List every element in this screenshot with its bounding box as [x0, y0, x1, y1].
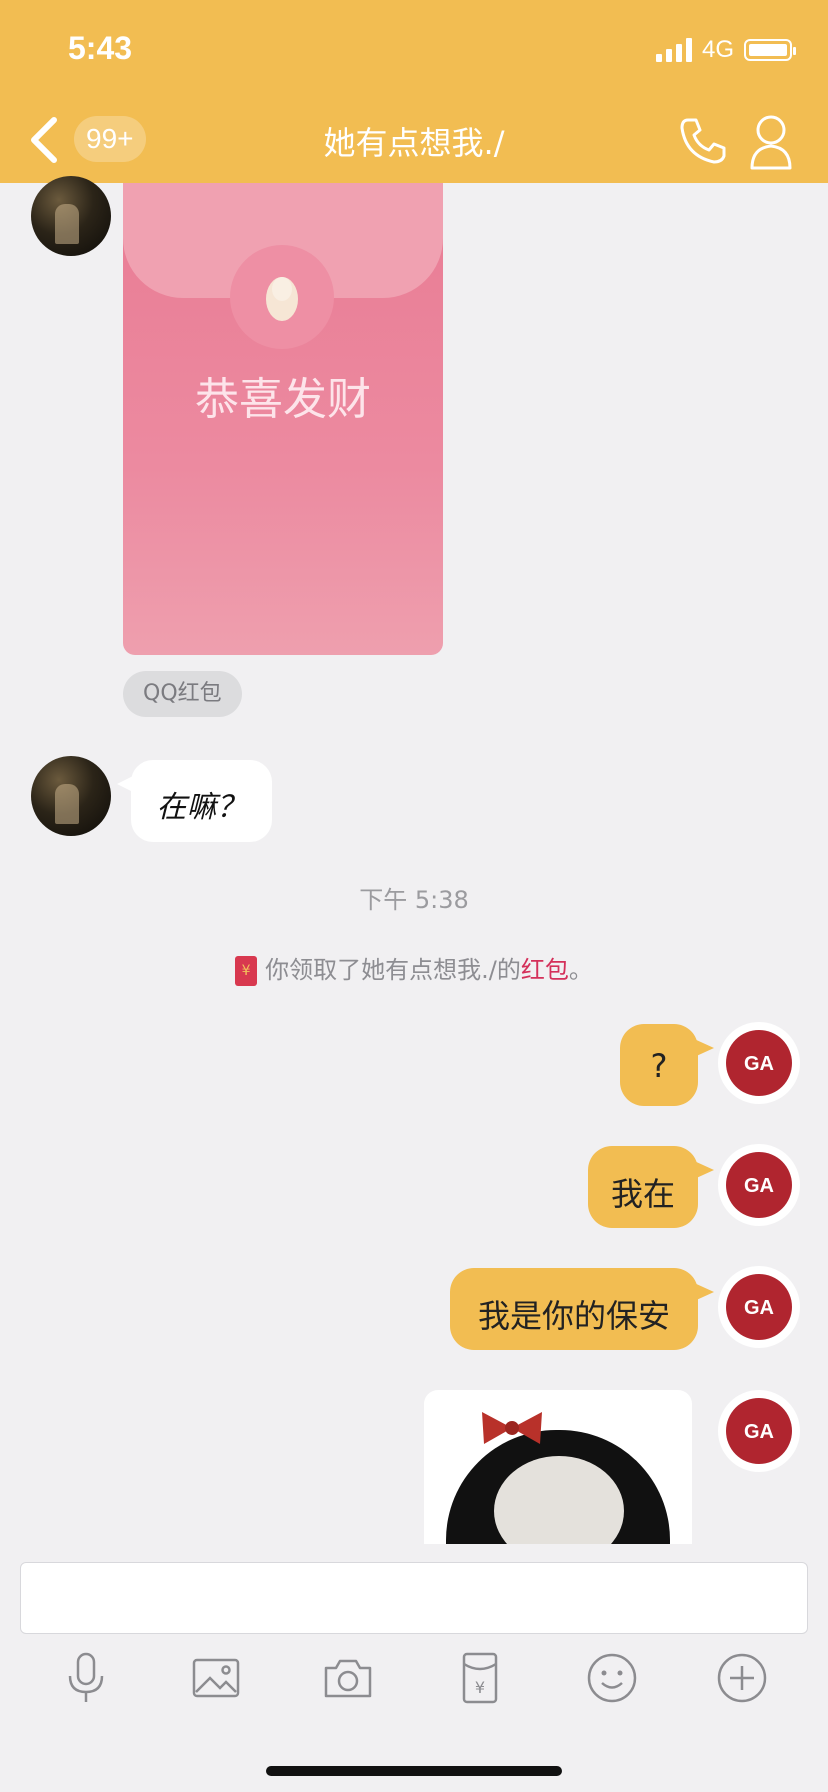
avatar-logo-text: GA [744, 1175, 774, 1197]
red-envelope-icon: ¥ [235, 956, 258, 986]
chat-header: 5:43 4G 99+ 她有点想我./ [0, 0, 828, 183]
status-indicators: 4G [655, 36, 796, 64]
red-packet-icon[interactable]: ¥ [452, 1650, 508, 1706]
camera-icon[interactable] [320, 1650, 376, 1706]
system-message: ¥ 你领取了她有点想我./的红包。 [0, 950, 828, 986]
svg-text:¥: ¥ [475, 1678, 485, 1697]
chat-toolbar: ¥ [0, 1650, 828, 1710]
status-time: 5:43 [68, 30, 133, 66]
message-input[interactable] [20, 1562, 808, 1634]
avatar-logo-text: GA [744, 1053, 774, 1075]
my-avatar[interactable]: GA [718, 1390, 800, 1472]
avatar-logo-text: GA [744, 1297, 774, 1319]
timestamp: 下午 5:38 [359, 886, 469, 914]
my-avatar[interactable]: GA [718, 1144, 800, 1226]
plus-icon[interactable] [714, 1650, 770, 1706]
microphone-icon[interactable] [58, 1650, 114, 1706]
phone-icon[interactable] [678, 116, 728, 166]
message-text: 我是你的保安 [477, 1297, 670, 1335]
signal-icon [655, 38, 692, 62]
network-type: 4G [701, 36, 734, 63]
sticker-image[interactable] [424, 1390, 692, 1544]
my-avatar[interactable]: GA [718, 1266, 800, 1348]
message-text: 我在 [610, 1175, 675, 1213]
profile-icon[interactable] [748, 112, 794, 170]
bow-icon [482, 1412, 542, 1444]
red-packet-link[interactable]: 红包 [521, 956, 569, 984]
message-text: 在嘛？ [156, 790, 247, 825]
avatar-logo-text: GA [744, 1421, 774, 1443]
my-avatar[interactable]: GA [718, 1022, 800, 1104]
system-message-text: 你领取了她有点想我./的 [265, 956, 521, 984]
system-message-suffix: 。 [568, 956, 593, 984]
red-packet-label: QQ红包 [123, 671, 242, 717]
red-packet-greeting: 恭喜发财 [195, 374, 371, 425]
message-text: ? [650, 1047, 668, 1085]
home-indicator[interactable] [266, 1766, 562, 1776]
contact-avatar[interactable] [31, 176, 111, 256]
red-packet-seal [230, 245, 334, 349]
battery-icon [744, 39, 796, 61]
outgoing-message[interactable]: ? [620, 1024, 714, 1106]
image-icon[interactable] [188, 1650, 244, 1706]
red-packet-card[interactable]: 恭喜发财 [123, 183, 443, 655]
incoming-message[interactable]: 在嘛？ [117, 760, 272, 842]
emoji-icon[interactable] [584, 1650, 640, 1706]
contact-avatar[interactable] [31, 756, 111, 836]
penguin-icon [266, 277, 298, 321]
outgoing-message[interactable]: 我是你的保安 [450, 1268, 714, 1350]
outgoing-message[interactable]: 我在 [588, 1146, 714, 1228]
